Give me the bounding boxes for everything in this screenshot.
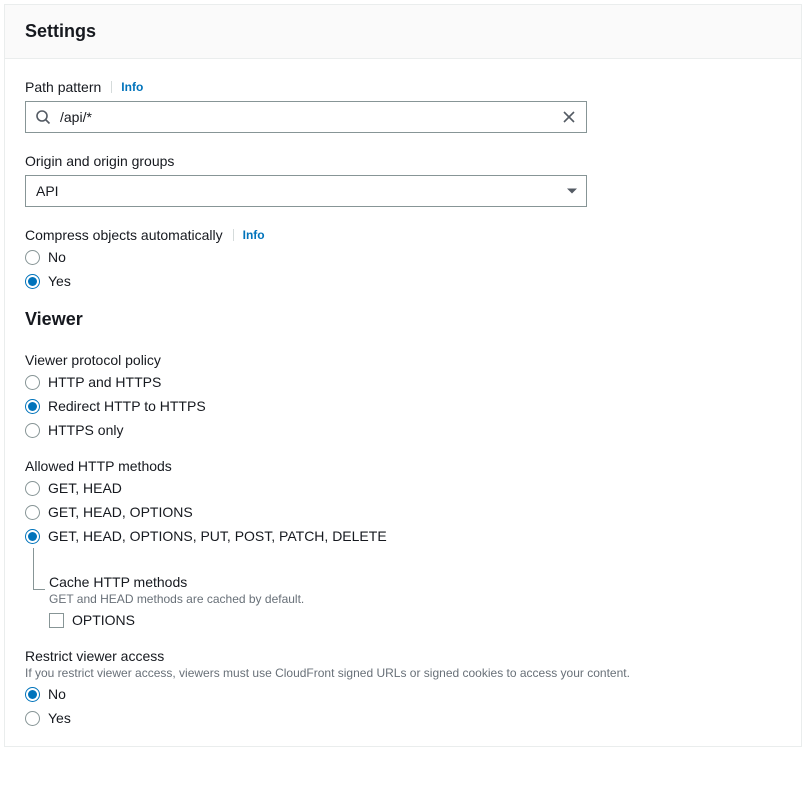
radio-icon	[25, 375, 40, 390]
viewer-heading: Viewer	[25, 309, 781, 330]
protocol-https-only-label: HTTPS only	[48, 422, 123, 438]
panel-header: Settings	[5, 5, 801, 59]
radio-icon	[25, 505, 40, 520]
protocol-http-https-radio[interactable]: HTTP and HTTPS	[25, 374, 781, 390]
allowed-methods-radio-group: GET, HEAD GET, HEAD, OPTIONS GET, HEAD, …	[25, 480, 781, 544]
path-pattern-info-link[interactable]: Info	[111, 80, 143, 94]
compress-info-link[interactable]: Info	[233, 228, 265, 242]
methods-get-head-label: GET, HEAD	[48, 480, 122, 496]
restrict-yes-label: Yes	[48, 710, 71, 726]
cache-options-label: OPTIONS	[72, 612, 135, 628]
origin-select[interactable]: API	[25, 175, 587, 207]
methods-get-head-options-radio[interactable]: GET, HEAD, OPTIONS	[25, 504, 781, 520]
radio-icon	[25, 423, 40, 438]
methods-get-head-radio[interactable]: GET, HEAD	[25, 480, 781, 496]
path-pattern-label: Path pattern	[25, 79, 101, 95]
radio-icon	[25, 250, 40, 265]
protocol-redirect-label: Redirect HTTP to HTTPS	[48, 398, 206, 414]
compress-radio-group: No Yes	[25, 249, 781, 289]
cache-methods-title: Cache HTTP methods	[49, 574, 781, 590]
compress-no-radio[interactable]: No	[25, 249, 781, 265]
cache-options-checkbox[interactable]: OPTIONS	[49, 612, 781, 628]
viewer-protocol-field: Viewer protocol policy HTTP and HTTPS Re…	[25, 352, 781, 438]
compress-no-label: No	[48, 249, 66, 265]
path-pattern-field: Path pattern Info	[25, 79, 781, 133]
panel-title: Settings	[25, 21, 781, 42]
methods-all-radio[interactable]: GET, HEAD, OPTIONS, PUT, POST, PATCH, DE…	[25, 528, 781, 544]
restrict-yes-radio[interactable]: Yes	[25, 710, 781, 726]
compress-yes-radio[interactable]: Yes	[25, 273, 781, 289]
origin-label: Origin and origin groups	[25, 153, 174, 169]
viewer-protocol-radio-group: HTTP and HTTPS Redirect HTTP to HTTPS HT…	[25, 374, 781, 438]
origin-field: Origin and origin groups API	[25, 153, 781, 207]
restrict-access-field: Restrict viewer access If you restrict v…	[25, 648, 781, 726]
protocol-https-only-radio[interactable]: HTTPS only	[25, 422, 781, 438]
radio-icon	[25, 481, 40, 496]
checkbox-icon	[49, 613, 64, 628]
elbow-connector-icon	[33, 548, 45, 590]
restrict-access-radio-group: No Yes	[25, 686, 781, 726]
compress-label: Compress objects automatically	[25, 227, 223, 243]
settings-panel: Settings Path pattern Info	[4, 4, 802, 747]
cache-methods-desc: GET and HEAD methods are cached by defau…	[49, 592, 781, 606]
radio-icon	[25, 687, 40, 702]
radio-icon	[25, 274, 40, 289]
radio-icon	[25, 529, 40, 544]
restrict-access-label: Restrict viewer access	[25, 648, 164, 664]
radio-icon	[25, 711, 40, 726]
panel-body: Path pattern Info	[5, 59, 801, 746]
methods-get-head-options-label: GET, HEAD, OPTIONS	[48, 504, 193, 520]
restrict-access-desc: If you restrict viewer access, viewers m…	[25, 666, 781, 680]
restrict-no-radio[interactable]: No	[25, 686, 781, 702]
protocol-http-https-label: HTTP and HTTPS	[48, 374, 161, 390]
viewer-protocol-label: Viewer protocol policy	[25, 352, 161, 368]
compress-yes-label: Yes	[48, 273, 71, 289]
methods-all-label: GET, HEAD, OPTIONS, PUT, POST, PATCH, DE…	[48, 528, 387, 544]
restrict-no-label: No	[48, 686, 66, 702]
protocol-redirect-radio[interactable]: Redirect HTTP to HTTPS	[25, 398, 781, 414]
cache-methods-subfield: Cache HTTP methods GET and HEAD methods …	[31, 548, 781, 628]
radio-icon	[25, 399, 40, 414]
path-pattern-input[interactable]	[25, 101, 587, 133]
clear-input-icon[interactable]	[561, 109, 577, 125]
allowed-methods-field: Allowed HTTP methods GET, HEAD GET, HEAD…	[25, 458, 781, 628]
origin-select-value: API	[36, 183, 59, 199]
compress-field: Compress objects automatically Info No Y…	[25, 227, 781, 289]
allowed-methods-label: Allowed HTTP methods	[25, 458, 172, 474]
